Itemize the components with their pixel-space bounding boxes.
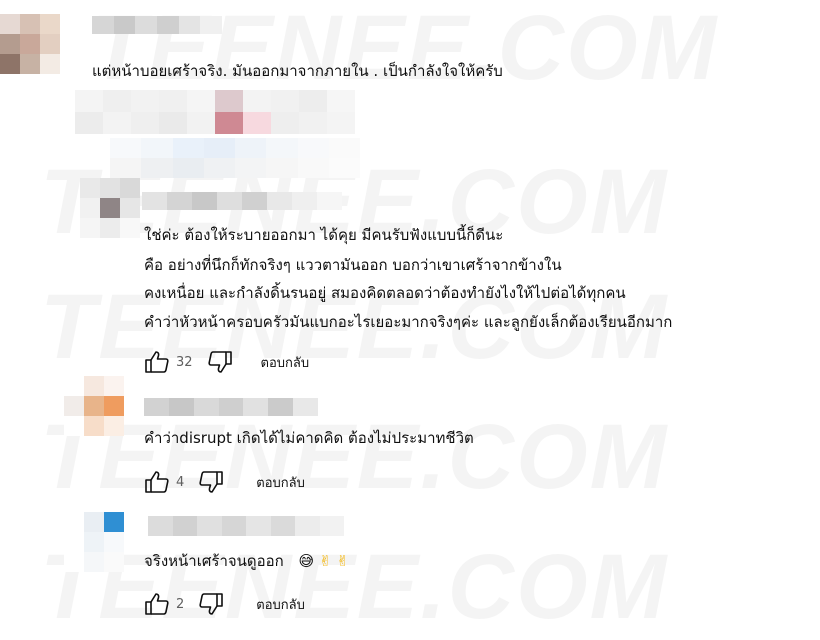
reply-button[interactable]: ตอบกลับ [261, 352, 310, 373]
victory-hand-emoji: ✌ [318, 552, 332, 570]
avatar[interactable] [64, 512, 124, 572]
comment-text-line: ใช่ค่ะ ต้องให้ระบายออกมา ได้คุย มีคนรับฟ… [144, 226, 504, 244]
avatar[interactable] [64, 376, 124, 436]
blurred-image [110, 138, 360, 178]
thumb-down-icon[interactable] [198, 470, 224, 494]
comment-text-line: คำว่าหัวหน้าครอบครัวมันแบกอะไรเยอะมากจริ… [144, 313, 673, 331]
comment-text-line: คือ อย่างที่นึกก็ทักจริงๆ แววตามันออก บอ… [144, 256, 562, 274]
author-name[interactable] [144, 398, 318, 416]
author-name[interactable] [142, 192, 342, 210]
comment-actions: 32 ตอบกลับ [144, 350, 309, 374]
sweat-smile-emoji: 😅 [298, 552, 315, 570]
comment-text: จริงหน้าเศร้าจนดูออก 😅 ✌ ✌ [144, 552, 349, 570]
thumb-up-icon[interactable] [144, 470, 170, 494]
avatar[interactable] [0, 14, 60, 74]
thumb-down-icon[interactable] [207, 350, 233, 374]
watermark: TEENEE.COM [40, 535, 668, 640]
thumb-up-icon[interactable] [144, 592, 170, 616]
comment-text: คำว่าdisrupt เกิดได้ไม่คาดคิด ต้องไม่ประ… [144, 429, 474, 447]
like-count: 2 [176, 596, 185, 612]
author-name[interactable] [148, 516, 344, 536]
comment-actions: 2 ตอบกลับ [144, 592, 305, 616]
author-name[interactable] [92, 16, 222, 34]
reply-button[interactable]: ตอบกลับ [256, 594, 305, 615]
comment-actions: 4 ตอบกลับ [144, 470, 305, 494]
comment-text-content: จริงหน้าเศร้าจนดูออก [144, 552, 284, 570]
like-count: 4 [176, 474, 185, 490]
comment-text: แต่หน้าบอยเศร้าจริง. มันออกมาจากภายใน . … [92, 62, 503, 80]
avatar[interactable] [80, 178, 140, 238]
thumb-up-icon[interactable] [144, 350, 170, 374]
thumb-down-icon[interactable] [198, 592, 224, 616]
reply-button[interactable]: ตอบกลับ [256, 472, 305, 493]
victory-hand-emoji: ✌ [336, 552, 349, 570]
watermark: TEENEE.COM [40, 405, 668, 510]
blurred-image [75, 90, 355, 134]
like-count: 32 [176, 354, 193, 370]
comment-text-line: คงเหนื่อย และกำลังดิ้นรนอยู่ สมองคิดตลอด… [144, 284, 626, 302]
